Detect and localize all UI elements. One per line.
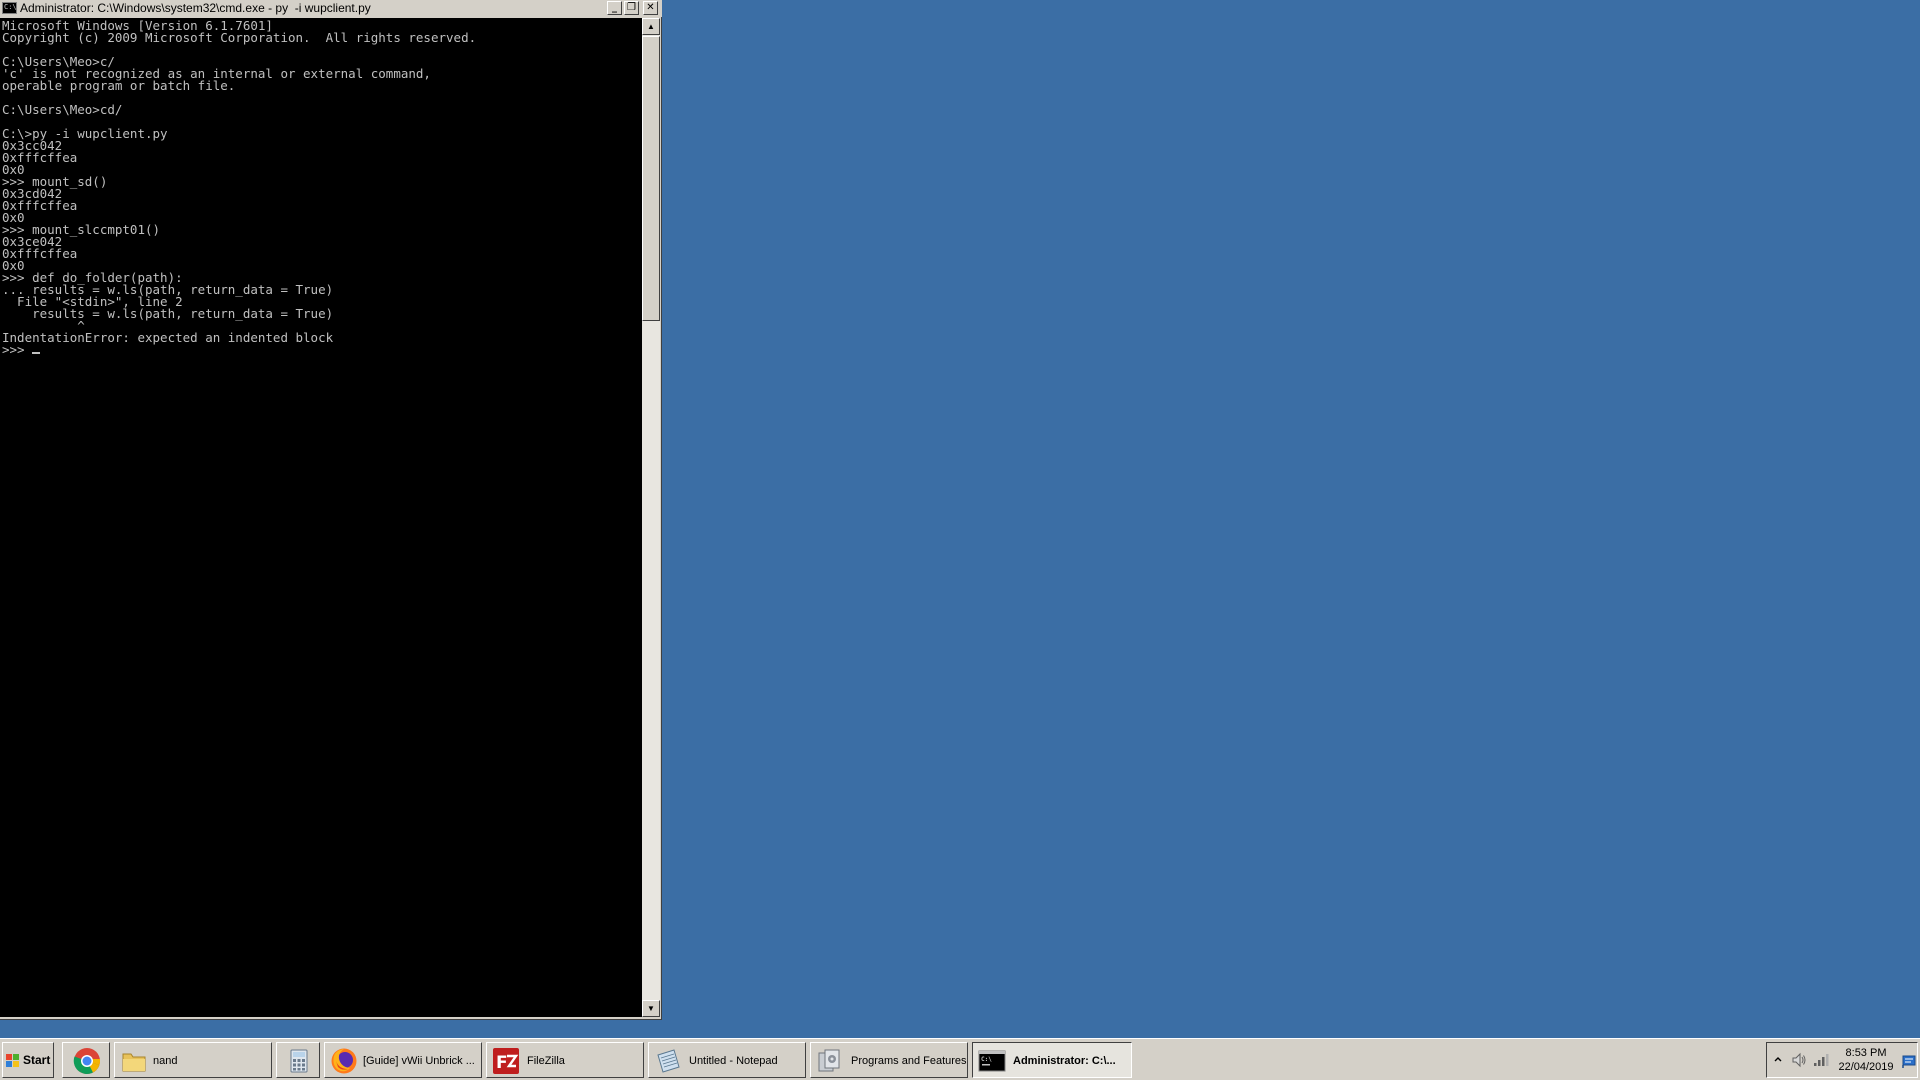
windows-logo-icon <box>6 1054 20 1068</box>
cmd-icon: C:\ <box>978 1050 1006 1072</box>
close-button[interactable]: ✕ <box>643 1 658 15</box>
taskbar-item-label: nand <box>153 1055 178 1067</box>
folder-icon <box>122 1053 146 1072</box>
clock-time: 8:53 PM <box>1845 1047 1887 1059</box>
volume-icon[interactable] <box>1791 1052 1807 1068</box>
system-tray: 8:53 PM 22/04/2019 <box>1766 1042 1918 1078</box>
clock[interactable]: 8:53 PM 22/04/2019 <box>1835 1046 1897 1074</box>
taskbar-item-filezilla[interactable]: F FileZilla <box>486 1042 644 1078</box>
taskbar-item-calculator[interactable] <box>276 1042 320 1078</box>
clock-date: 22/04/2019 <box>1838 1061 1894 1073</box>
programs-features-icon <box>818 1049 840 1072</box>
chrome-icon <box>73 1048 101 1075</box>
restore-button[interactable]: ❐ <box>624 1 639 15</box>
scroll-down-arrow-icon[interactable]: ▼ <box>642 1000 660 1017</box>
start-button[interactable]: Start <box>2 1042 54 1078</box>
title-bar[interactable]: C:\ Administrator: C:\Windows\system32\c… <box>0 0 662 17</box>
taskbar-item-label: FileZilla <box>527 1055 565 1067</box>
taskbar-item-nand[interactable]: nand <box>114 1042 272 1078</box>
action-center-flag-icon[interactable] <box>1901 1053 1917 1069</box>
show-hidden-icons-arrow-icon[interactable] <box>1773 1055 1783 1065</box>
calculator-icon <box>290 1049 308 1073</box>
network-icon[interactable] <box>1813 1052 1829 1068</box>
minimize-button[interactable]: _ <box>607 1 622 15</box>
cmd-console-icon[interactable]: C:\ <box>2 2 17 14</box>
taskbar-item-chrome[interactable] <box>62 1042 110 1078</box>
console-area[interactable]: Microsoft Windows [Version 6.1.7601] Cop… <box>0 18 642 1017</box>
taskbar-item-label: Programs and Features <box>851 1055 967 1067</box>
taskbar-item-label: Administrator: C:\... <box>1013 1055 1116 1067</box>
taskbar-item-notepad[interactable]: Untitled - Notepad <box>648 1042 806 1078</box>
taskbar-item-cmd[interactable]: C:\ Administrator: C:\... <box>972 1042 1132 1078</box>
taskbar-item-label: Untitled - Notepad <box>689 1055 778 1067</box>
filezilla-icon: F <box>493 1048 519 1074</box>
taskbar: Start nand [Guide] vWii Unbrick ... F Fi… <box>0 1038 1920 1080</box>
svg-text:F: F <box>496 1053 508 1073</box>
vertical-scrollbar[interactable]: ▲ ▼ <box>642 18 660 1017</box>
window-title: Administrator: C:\Windows\system32\cmd.e… <box>20 1 371 15</box>
scrollbar-thumb[interactable] <box>642 36 660 321</box>
scroll-up-arrow-icon[interactable]: ▲ <box>642 18 660 35</box>
cmd-window: C:\ Administrator: C:\Windows\system32\c… <box>0 0 662 1020</box>
text-cursor <box>32 352 41 354</box>
firefox-icon <box>331 1048 357 1074</box>
taskbar-item-label: [Guide] vWii Unbrick ... <box>363 1055 475 1067</box>
taskbar-item-programs-features[interactable]: Programs and Features <box>810 1042 968 1078</box>
notepad-icon <box>657 1049 680 1073</box>
taskbar-item-firefox[interactable]: [Guide] vWii Unbrick ... <box>324 1042 482 1078</box>
console-output: Microsoft Windows [Version 6.1.7601] Cop… <box>2 18 477 357</box>
start-label: Start <box>23 1053 51 1067</box>
svg-text:C:\: C:\ <box>981 1056 992 1063</box>
